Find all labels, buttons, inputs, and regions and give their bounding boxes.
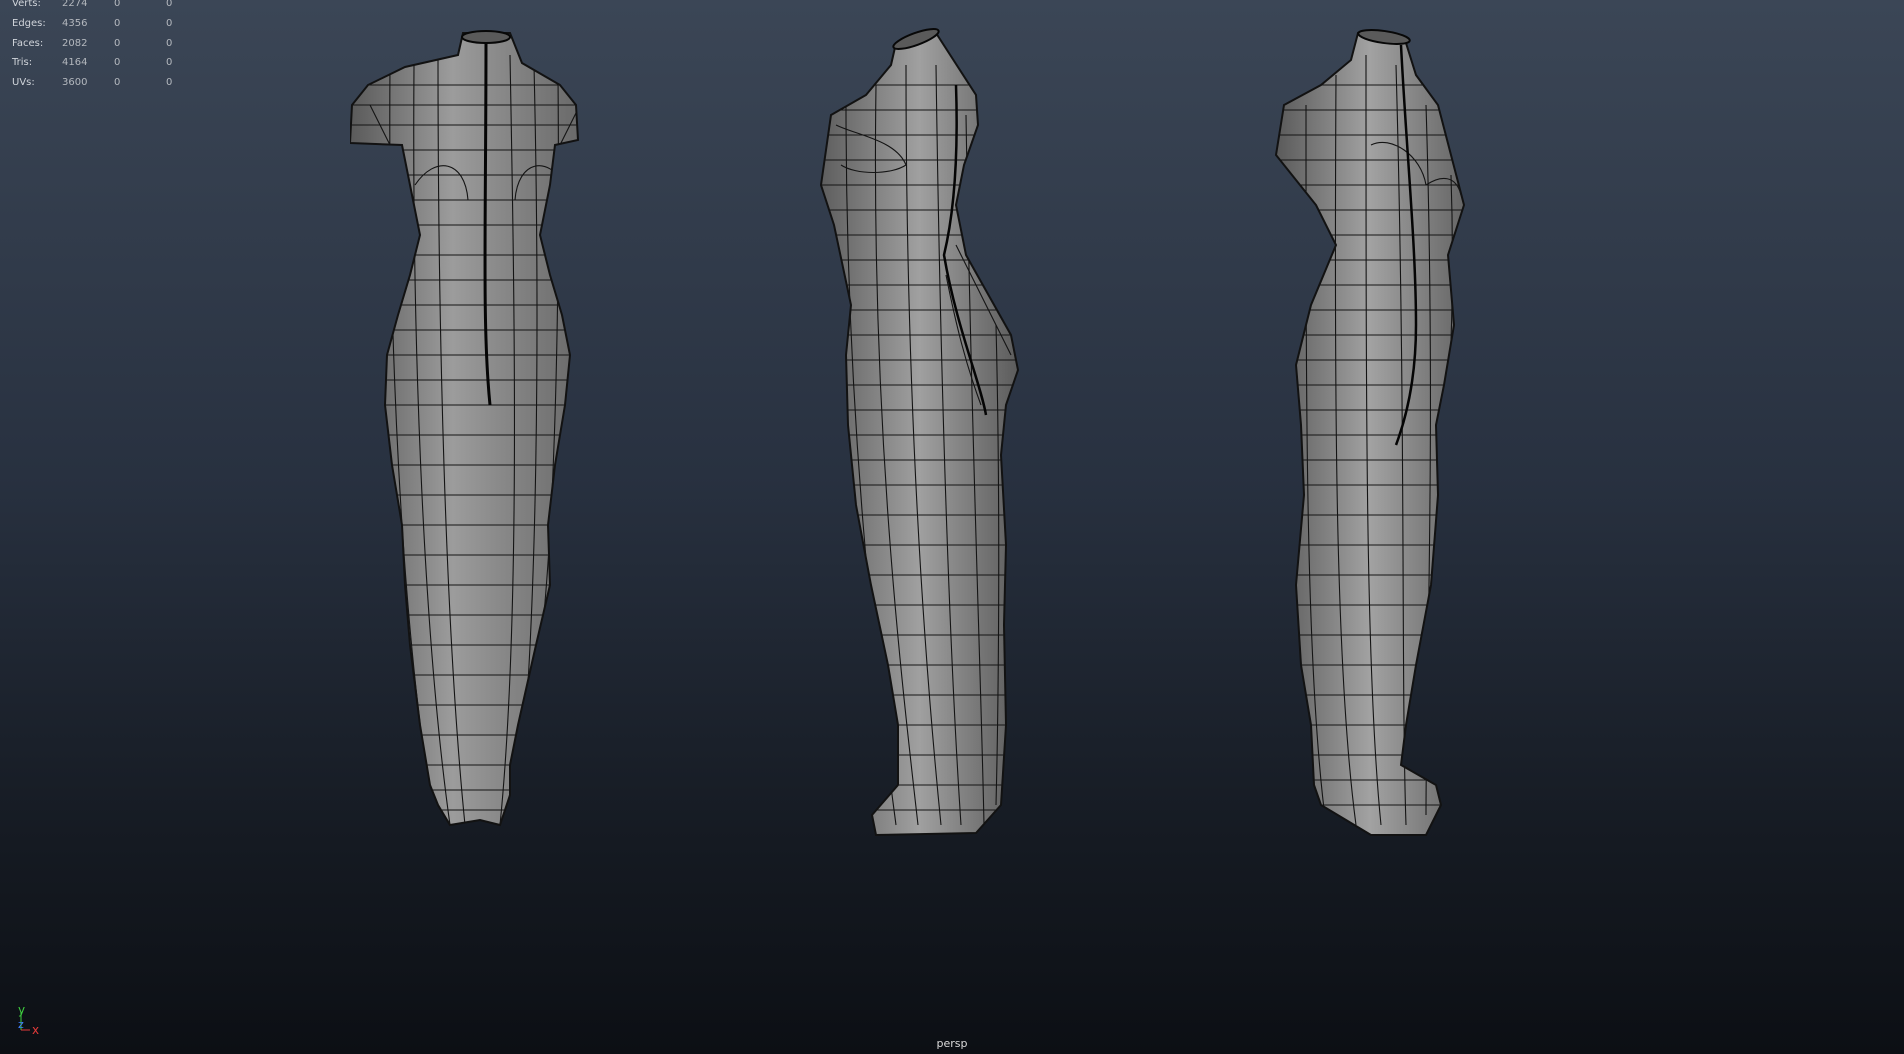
three-quarter-view-torso-model[interactable] <box>1266 25 1516 1010</box>
front-view-torso-model[interactable] <box>350 25 640 1010</box>
three-quarter-body-silhouette <box>1274 31 1466 836</box>
hud-row-edges: Edges: 4356 0 0 <box>12 17 173 29</box>
poly-count-hud: Verts: 2274 0 0 Edges: 4356 0 0 Faces: 2… <box>12 0 186 93</box>
axis-gizmo: y z x <box>18 1003 39 1037</box>
axis-z-label: z <box>18 1018 24 1031</box>
axis-x-label: x <box>32 1023 39 1037</box>
hud-row-verts: Verts: 2274 0 0 <box>12 0 173 9</box>
camera-name-label: persp <box>936 1037 968 1050</box>
hud-row-tris: Tris: 4164 0 0 <box>12 57 173 69</box>
axis-y-label: y <box>18 1003 25 1017</box>
front-neck-opening <box>461 30 511 44</box>
side-view-torso-model[interactable] <box>806 25 1036 1010</box>
hud-row-faces: Faces: 2082 0 0 <box>12 37 173 49</box>
hud-row-uvs: UVs: 3600 0 0 <box>12 77 173 89</box>
front-body-silhouette <box>350 32 580 827</box>
3d-viewport[interactable]: Verts: 2274 0 0 Edges: 4356 0 0 Faces: 2… <box>0 0 1904 1054</box>
side-body-silhouette <box>819 31 1020 837</box>
